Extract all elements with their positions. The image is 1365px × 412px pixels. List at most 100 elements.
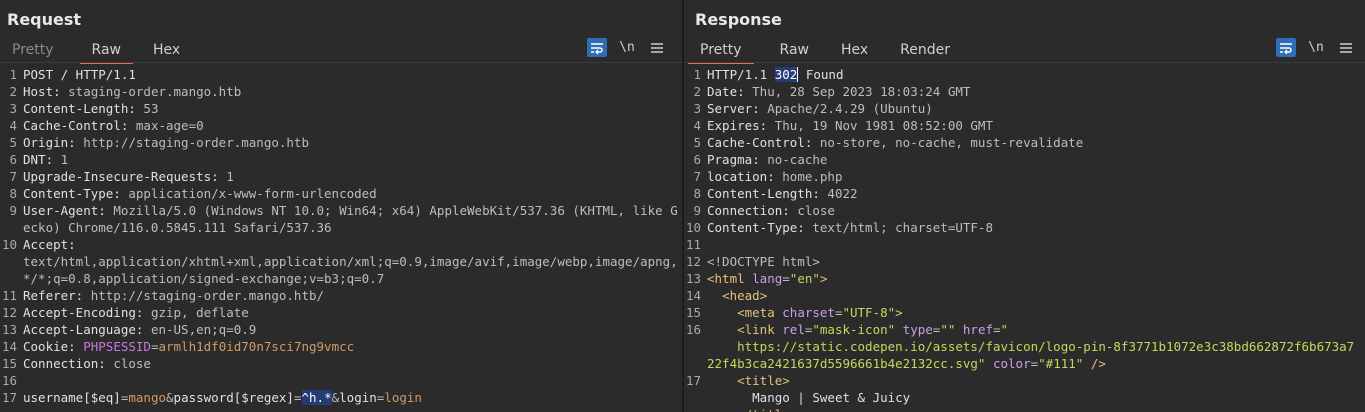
code-token: Expires: bbox=[707, 118, 775, 133]
request-code-line: 9 User-Agent: Mozilla/5.0 (Windows NT 10.… bbox=[0, 202, 682, 236]
line-number: 11 bbox=[1, 288, 17, 303]
code-token: User-Agent: bbox=[23, 203, 114, 218]
word-wrap-icon[interactable] bbox=[1276, 38, 1296, 57]
code-token: charset bbox=[782, 305, 835, 320]
code-token: gzip, deflate bbox=[150, 305, 249, 320]
code-token: login bbox=[384, 390, 422, 405]
line-text: Referer: http://staging-order.mango.htb/ bbox=[23, 287, 682, 304]
request-code-line: 10 Accept: text/html,application/xhtml+xm… bbox=[0, 236, 682, 287]
line-text: <head> bbox=[707, 287, 1365, 304]
request-code-line: 6 DNT: 1 bbox=[0, 151, 682, 168]
code-token: <title> bbox=[707, 373, 790, 388]
code-token: <link bbox=[707, 322, 783, 337]
code-token: text/html,application/xhtml+xml,applicat… bbox=[23, 254, 678, 286]
hamburger-menu-icon[interactable] bbox=[1336, 38, 1356, 57]
code-token: http://staging-order.mango.htb/ bbox=[90, 288, 325, 303]
word-wrap-icon[interactable] bbox=[587, 38, 607, 57]
line-text: Origin: http://staging-order.mango.htb bbox=[23, 134, 682, 151]
line-text: Expires: Thu, 19 Nov 1981 08:52:00 GMT bbox=[707, 117, 1365, 134]
line-text bbox=[707, 236, 1365, 253]
response-code-line: 16 <link rel="mask-icon" type="" href=" … bbox=[684, 321, 1365, 372]
newline-toggle-icon[interactable]: \n bbox=[617, 38, 637, 57]
code-token: 1 bbox=[226, 169, 234, 184]
request-tools: \n bbox=[587, 38, 667, 57]
line-text: Mango | Sweet & Juicy bbox=[707, 389, 1365, 406]
request-code-line: 17 username[$eq]=mango&password[$regex]=^… bbox=[0, 389, 682, 406]
response-code-line: 10 Content-Type: text/html; charset=UTF-8 bbox=[684, 219, 1365, 236]
code-token: lang bbox=[752, 271, 783, 286]
line-number: 5 bbox=[9, 135, 17, 150]
code-token: Cache-Control: bbox=[707, 135, 820, 150]
line-number: 7 bbox=[693, 169, 701, 184]
line-number: 3 bbox=[693, 101, 701, 116]
request-tab-pretty[interactable]: Pretty bbox=[0, 40, 66, 62]
code-token: no-cache bbox=[767, 152, 828, 167]
code-token: application/x-www-form-urlencoded bbox=[128, 186, 377, 201]
response-tab-render[interactable]: Render bbox=[888, 40, 962, 62]
line-number: 11 bbox=[685, 237, 701, 252]
code-token: 1 bbox=[60, 152, 69, 167]
response-code-line: 4 Expires: Thu, 19 Nov 1981 08:52:00 GMT bbox=[684, 117, 1365, 134]
code-token: staging-order.mango.htb bbox=[68, 84, 242, 99]
code-token: 302 bbox=[774, 67, 799, 82]
request-tab-raw[interactable]: Raw bbox=[79, 40, 134, 64]
line-text: DNT: 1 bbox=[23, 151, 682, 168]
line-text: <title> bbox=[707, 372, 1365, 389]
line-number: 13 bbox=[1, 322, 17, 337]
line-text: Date: Thu, 28 Sep 2023 18:03:24 GMT bbox=[707, 83, 1365, 100]
code-token: 53 bbox=[143, 101, 159, 116]
response-tab-hex[interactable]: Hex bbox=[829, 40, 880, 62]
request-code-line: 12 Accept-Encoding: gzip, deflate bbox=[0, 304, 682, 321]
line-number: 7 bbox=[9, 169, 17, 184]
response-code-line: 14 <head> bbox=[684, 287, 1365, 304]
code-token: location: bbox=[707, 169, 783, 184]
code-token: no-store, no-cache, must-revalidate bbox=[819, 135, 1084, 150]
code-token: "UTF-8" bbox=[842, 305, 896, 320]
line-number bbox=[684, 406, 707, 412]
line-number: 13 bbox=[685, 271, 701, 286]
request-code-line: 8 Content-Type: application/x-www-form-ur… bbox=[0, 185, 682, 202]
code-token: POST / HTTP/1.1 bbox=[23, 67, 136, 82]
code-token: Thu, 19 Nov 1981 08:52:00 GMT bbox=[774, 118, 993, 133]
code-token: Accept-Encoding: bbox=[23, 305, 151, 320]
code-token: armlh1df0id70n7sci7ng9vmcc bbox=[158, 339, 355, 354]
response-tab-divider bbox=[684, 62, 1365, 63]
code-token: close bbox=[113, 356, 151, 371]
code-token: Mozilla/5.0 (Windows NT 10.0; Win64; x64… bbox=[23, 203, 678, 235]
response-code-line: Mango | Sweet & Juicy bbox=[684, 389, 1365, 406]
code-token: Content-Length: bbox=[23, 101, 144, 116]
request-editor[interactable]: 1 POST / HTTP/1.1 2 Host: staging-order.man… bbox=[0, 66, 682, 406]
response-code-line: 17 <title> bbox=[684, 372, 1365, 389]
newline-toggle-icon[interactable]: \n bbox=[1306, 38, 1326, 57]
hamburger-menu-icon[interactable] bbox=[647, 38, 667, 57]
request-tabs: Pretty Raw Hex bbox=[0, 40, 192, 64]
line-text: HTTP/1.1 302 Found bbox=[707, 66, 1365, 83]
line-text: Connection: close bbox=[707, 202, 1365, 219]
code-token: <meta bbox=[707, 305, 783, 320]
line-text: <!DOCTYPE html> bbox=[707, 253, 1365, 270]
code-token: Mango | Sweet & Juicy bbox=[707, 390, 911, 405]
code-token: http://staging-order.mango.htb bbox=[83, 135, 309, 150]
line-text: Accept: text/html,application/xhtml+xml,… bbox=[23, 236, 682, 287]
response-tabs: Pretty Raw Hex Render bbox=[684, 40, 962, 64]
request-tab-divider bbox=[0, 62, 682, 63]
request-code-line: 4 Cache-Control: max-age=0 bbox=[0, 117, 682, 134]
request-code-line: 7 Upgrade-Insecure-Requests: 1 bbox=[0, 168, 682, 185]
line-number: 16 bbox=[685, 322, 701, 337]
response-code-line: 11 bbox=[684, 236, 1365, 253]
line-number: 16 bbox=[1, 373, 17, 388]
line-number: 1 bbox=[693, 67, 701, 82]
line-text: Accept-Language: en-US,en;q=0.9 bbox=[23, 321, 682, 338]
code-token: Apache/2.4.29 (Ubuntu) bbox=[767, 101, 933, 116]
response-tab-pretty[interactable]: Pretty bbox=[688, 40, 754, 64]
code-token: Connection: bbox=[23, 356, 114, 371]
line-number: 17 bbox=[1, 390, 17, 405]
request-code-line: 1 POST / HTTP/1.1 bbox=[0, 66, 682, 83]
code-token: Host: bbox=[23, 84, 69, 99]
request-tab-hex[interactable]: Hex bbox=[141, 40, 192, 62]
code-token: Upgrade-Insecure-Requests: bbox=[23, 169, 227, 184]
code-token: Origin: bbox=[23, 135, 84, 150]
response-editor[interactable]: 1 HTTP/1.1 302 Found 2 Date: Thu, 28 Sep 20… bbox=[684, 66, 1365, 412]
line-number: 12 bbox=[685, 254, 701, 269]
response-tab-raw[interactable]: Raw bbox=[768, 40, 821, 62]
